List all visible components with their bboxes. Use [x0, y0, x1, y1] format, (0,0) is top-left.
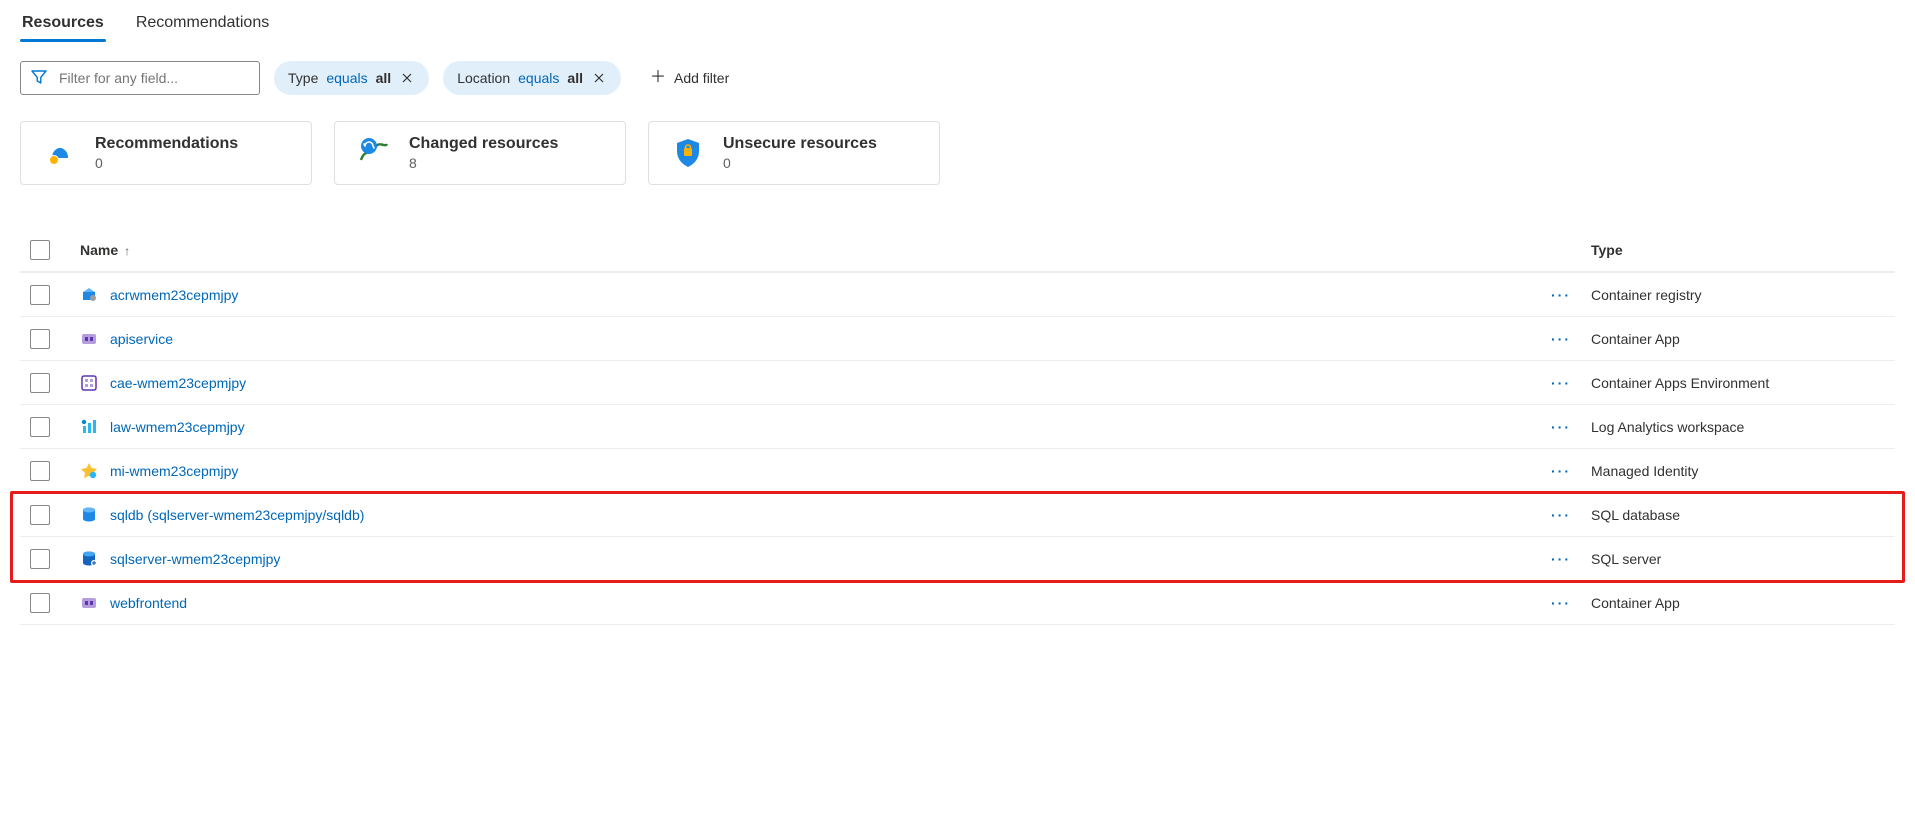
filter-chip-location[interactable]: Location equals all — [443, 61, 621, 95]
resource-type-icon — [80, 286, 98, 304]
filter-chip-op: equals — [326, 70, 367, 86]
card-changed-resources[interactable]: Changed resources 8 — [334, 121, 626, 185]
add-filter-button[interactable]: ＋ Add filter — [635, 61, 744, 95]
table-row: law-wmem23cepmjpy ···Log Analytics worksp… — [20, 405, 1895, 449]
table-row: acrwmem23cepmjpy ···Container registry — [20, 273, 1895, 317]
sort-asc-icon: ↑ — [124, 244, 130, 258]
filter-chip-field: Type — [288, 70, 318, 86]
summary-cards: Recommendations 0 Changed resources 8 Un… — [20, 121, 1895, 185]
resource-type: Container App — [1591, 331, 1891, 347]
table-row: apiservice ···Container App — [20, 317, 1895, 361]
card-unsecure-resources[interactable]: Unsecure resources 0 — [648, 121, 940, 185]
row-checkbox[interactable] — [30, 285, 50, 305]
tab-recommendations[interactable]: Recommendations — [134, 4, 271, 42]
resource-type-icon — [80, 418, 98, 436]
plus-icon: ＋ — [650, 70, 666, 86]
resource-link[interactable]: acrwmem23cepmjpy — [110, 287, 238, 303]
resource-link[interactable]: sqldb (sqlserver-wmem23cepmjpy/sqldb) — [110, 507, 364, 523]
resource-type: Container registry — [1591, 287, 1891, 303]
recommendations-icon — [43, 136, 77, 170]
row-actions-button[interactable]: ··· — [1551, 463, 1591, 479]
row-actions-button[interactable]: ··· — [1551, 551, 1591, 567]
resource-type: SQL server — [1591, 551, 1891, 567]
table-row: sqlserver-wmem23cepmjpy ···SQL server — [20, 537, 1895, 581]
filter-input-wrapper[interactable] — [20, 61, 260, 95]
filter-chip-field: Location — [457, 70, 510, 86]
filter-icon — [31, 69, 47, 88]
resource-link[interactable]: apiservice — [110, 331, 173, 347]
card-title: Changed resources — [409, 135, 558, 153]
resource-type: Container Apps Environment — [1591, 375, 1891, 391]
column-header-name[interactable]: Name↑ — [80, 242, 1551, 258]
row-checkbox[interactable] — [30, 417, 50, 437]
select-all-checkbox[interactable] — [30, 240, 50, 260]
row-checkbox[interactable] — [30, 461, 50, 481]
row-actions-button[interactable]: ··· — [1551, 419, 1591, 435]
row-actions-button[interactable]: ··· — [1551, 331, 1591, 347]
resource-type: Managed Identity — [1591, 463, 1891, 479]
table-row: webfrontend ···Container App — [20, 581, 1895, 625]
tabs-bar: Resources Recommendations — [20, 4, 1895, 43]
resource-type-icon — [80, 594, 98, 612]
filter-chip-op: equals — [518, 70, 559, 86]
table-row: mi-wmem23cepmjpy ···Managed Identity — [20, 449, 1895, 493]
filter-chip-value: all — [567, 70, 583, 86]
resource-type-icon — [80, 506, 98, 524]
resources-table: Name↑ Type acrwmem23cepmjpy···Container … — [20, 229, 1895, 625]
resource-type-icon — [80, 374, 98, 392]
resource-type-icon — [80, 462, 98, 480]
row-checkbox[interactable] — [30, 505, 50, 525]
resource-type-icon — [80, 330, 98, 348]
add-filter-label: Add filter — [674, 70, 729, 86]
remove-filter-icon[interactable] — [591, 70, 607, 86]
row-checkbox[interactable] — [30, 549, 50, 569]
filter-bar: Type equals all Location equals all ＋ Ad… — [20, 61, 1895, 95]
row-checkbox[interactable] — [30, 329, 50, 349]
column-header-type[interactable]: Type — [1591, 242, 1891, 258]
resource-link[interactable]: mi-wmem23cepmjpy — [110, 463, 238, 479]
tab-resources[interactable]: Resources — [20, 4, 106, 42]
changed-icon — [357, 136, 391, 170]
resource-link[interactable]: webfrontend — [110, 595, 187, 611]
table-header: Name↑ Type — [20, 229, 1895, 273]
row-actions-button[interactable]: ··· — [1551, 287, 1591, 303]
filter-chip-type[interactable]: Type equals all — [274, 61, 429, 95]
card-recommendations[interactable]: Recommendations 0 — [20, 121, 312, 185]
resource-type: SQL database — [1591, 507, 1891, 523]
resource-type-icon — [80, 550, 98, 568]
resource-type: Log Analytics workspace — [1591, 419, 1891, 435]
table-row: cae-wmem23cepmjpy ···Container Apps Envir… — [20, 361, 1895, 405]
row-actions-button[interactable]: ··· — [1551, 507, 1591, 523]
filter-chip-value: all — [376, 70, 392, 86]
card-title: Unsecure resources — [723, 135, 877, 153]
card-title: Recommendations — [95, 135, 238, 153]
row-checkbox[interactable] — [30, 593, 50, 613]
resource-link[interactable]: sqlserver-wmem23cepmjpy — [110, 551, 280, 567]
row-checkbox[interactable] — [30, 373, 50, 393]
card-count: 8 — [409, 155, 558, 171]
filter-input[interactable] — [57, 69, 249, 87]
row-actions-button[interactable]: ··· — [1551, 595, 1591, 611]
row-actions-button[interactable]: ··· — [1551, 375, 1591, 391]
remove-filter-icon[interactable] — [399, 70, 415, 86]
card-count: 0 — [723, 155, 877, 171]
table-row: sqldb (sqlserver-wmem23cepmjpy/sqldb) ···… — [20, 493, 1895, 537]
resource-link[interactable]: law-wmem23cepmjpy — [110, 419, 245, 435]
resource-link[interactable]: cae-wmem23cepmjpy — [110, 375, 246, 391]
shield-icon — [671, 136, 705, 170]
card-count: 0 — [95, 155, 238, 171]
resource-type: Container App — [1591, 595, 1891, 611]
